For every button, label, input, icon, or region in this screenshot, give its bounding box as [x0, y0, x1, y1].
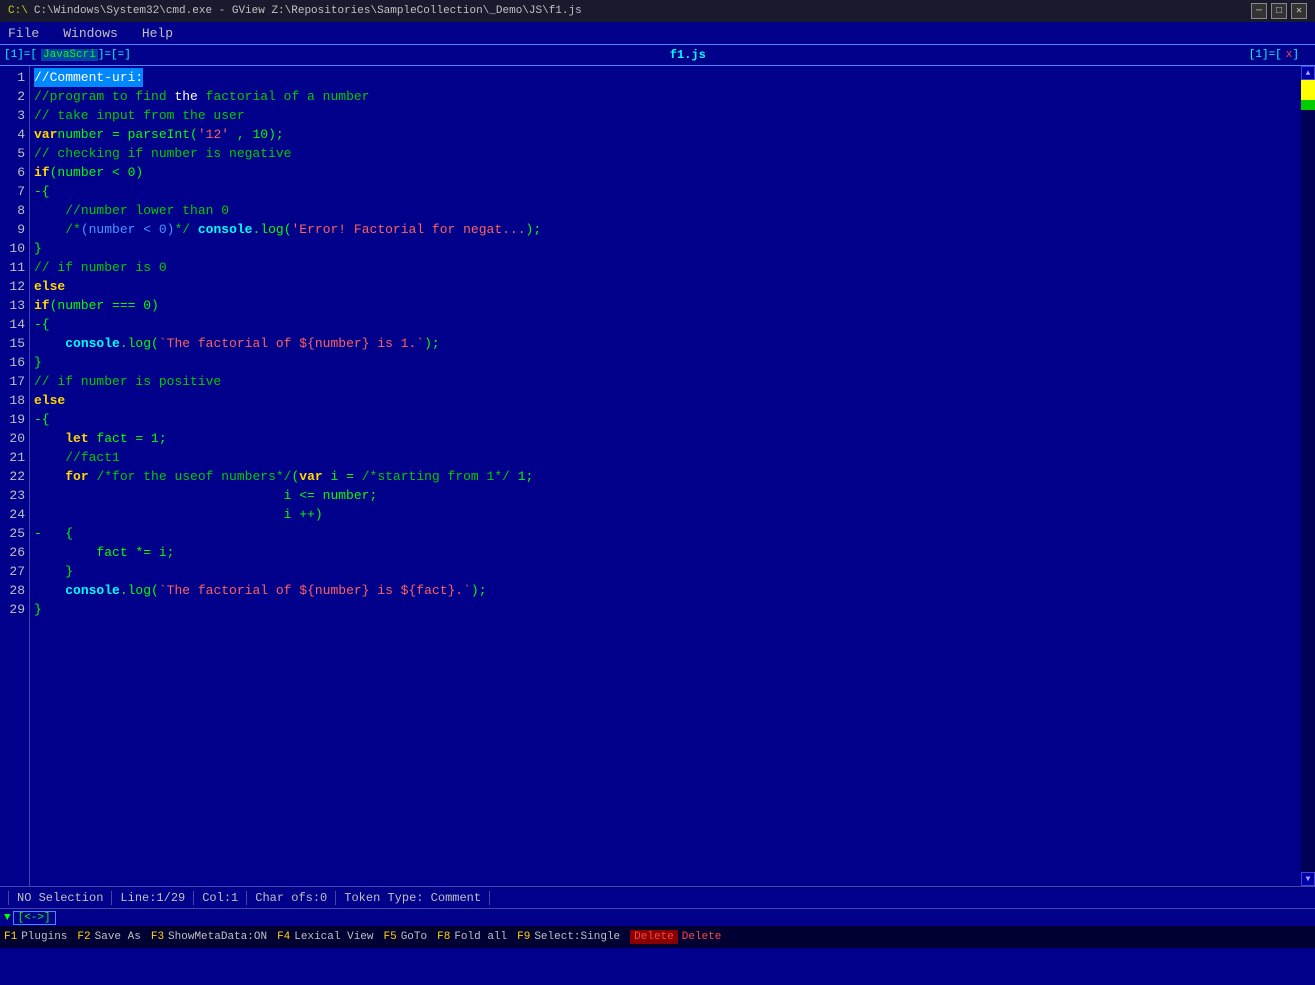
scroll-track[interactable]	[1301, 80, 1315, 872]
line-status: Line:1/29	[112, 891, 194, 905]
delete-label[interactable]: Delete	[682, 931, 722, 943]
code-line-21: //fact1	[34, 448, 1297, 467]
code-line-19: -{	[34, 410, 1297, 429]
title-bar-controls[interactable]: ─ □ ✕	[1251, 3, 1307, 19]
status-bar: NO Selection Line:1/29 Col:1 Char ofs:0 …	[0, 886, 1315, 908]
scroll-thumb-mid	[1301, 100, 1315, 110]
f4-label[interactable]: Lexical View	[294, 931, 373, 943]
code-line-17: // if number is positive	[34, 372, 1297, 391]
menu-file[interactable]: File	[4, 26, 43, 41]
code-line-8: //number lower than 0	[34, 201, 1297, 220]
code-line-25: - {	[34, 524, 1297, 543]
f3-key[interactable]: F3	[151, 931, 164, 943]
f1-key[interactable]: F1	[4, 931, 17, 943]
f9-label[interactable]: Select:Single	[534, 931, 620, 943]
scroll-thumb-top[interactable]	[1301, 80, 1315, 100]
f3-label[interactable]: ShowMetaData:ON	[168, 931, 267, 943]
code-line-2: //program to find the factorial of a num…	[34, 87, 1297, 106]
title-text: C:\Windows\System32\cmd.exe - GView Z:\R…	[34, 5, 582, 17]
title-bar: C:\ C:\Windows\System32\cmd.exe - GView …	[0, 0, 1315, 22]
code-line-24: i ++)	[34, 505, 1297, 524]
code-line-15: console.log(`The factorial of ${number} …	[34, 334, 1297, 353]
bottom-left-indicator: [<->]	[13, 911, 56, 925]
f2-label[interactable]: Save As	[95, 931, 141, 943]
menu-windows[interactable]: Windows	[59, 26, 122, 41]
selection-status: NO Selection	[8, 891, 112, 905]
scrollbar[interactable]: ▲ ▼	[1301, 66, 1315, 886]
f8-label[interactable]: Fold all	[454, 931, 507, 943]
f8-key[interactable]: F8	[437, 931, 450, 943]
fkey-bar: F1 Plugins F2 Save As F3 ShowMetaData:ON…	[0, 926, 1315, 948]
bottom-indicator: ▼ [<->]	[0, 908, 1315, 926]
scroll-up-button[interactable]: ▲	[1301, 66, 1315, 80]
f9-key[interactable]: F9	[517, 931, 530, 943]
line-numbers: 1 2 3 4 5 6 7 8 9 10 11 12 13 14 15 16 1…	[0, 66, 30, 886]
tokentype-status: Token Type: Comment	[336, 891, 490, 905]
code-line-29: }	[34, 600, 1297, 619]
delete-key-label[interactable]: Delete	[630, 930, 678, 944]
code-line-1: //Comment-uri:	[34, 68, 1297, 87]
code-line-27: }	[34, 562, 1297, 581]
code-line-23: i <= number;	[34, 486, 1297, 505]
code-line-13: if(number === 0)	[34, 296, 1297, 315]
tab-bar: [1]=[JavaScri]=[=] f1.js [1]=[x]	[0, 44, 1315, 66]
code-line-20: let fact = 1;	[34, 429, 1297, 448]
code-line-26: fact *= i;	[34, 543, 1297, 562]
code-line-11: // if number is 0	[34, 258, 1297, 277]
code-body[interactable]: //Comment-uri: //program to find the fac…	[30, 66, 1301, 886]
tab-filename: f1.js	[131, 48, 1245, 62]
code-line-22: for /*for the useof numbers*/(var i = /*…	[34, 467, 1297, 486]
scroll-down-button[interactable]: ▼	[1301, 872, 1315, 886]
f5-key[interactable]: F5	[384, 931, 397, 943]
menu-bar: File Windows Help	[0, 22, 1315, 44]
code-line-16: }	[34, 353, 1297, 372]
collapse-icon: ▼	[4, 912, 11, 924]
code-container: 1 2 3 4 5 6 7 8 9 10 11 12 13 14 15 16 1…	[0, 66, 1315, 886]
col-status: Col:1	[194, 891, 247, 905]
f4-key[interactable]: F4	[277, 931, 290, 943]
code-line-12: else	[34, 277, 1297, 296]
code-line-6: if(number < 0)	[34, 163, 1297, 182]
cmd-icon: C:\	[8, 5, 28, 17]
restore-button[interactable]: □	[1271, 3, 1287, 19]
close-button[interactable]: ✕	[1291, 3, 1307, 19]
code-line-4: varnumber = parseInt('12' , 10);	[34, 125, 1297, 144]
tab-right: [1]=[	[1245, 49, 1286, 61]
code-line-18: else	[34, 391, 1297, 410]
title-bar-left: C:\ C:\Windows\System32\cmd.exe - GView …	[8, 5, 582, 17]
f1-label[interactable]: Plugins	[21, 931, 67, 943]
minimize-button[interactable]: ─	[1251, 3, 1267, 19]
f2-key[interactable]: F2	[77, 931, 90, 943]
f5-label[interactable]: GoTo	[401, 931, 427, 943]
code-line-5: // checking if number is negative	[34, 144, 1297, 163]
tab-indicator-left: [1]=[	[0, 49, 41, 61]
code-line-14: -{	[34, 315, 1297, 334]
code-line-28: console.log(`The factorial of ${number} …	[34, 581, 1297, 600]
code-line-3: // take input from the user	[34, 106, 1297, 125]
code-line-10: }	[34, 239, 1297, 258]
code-line-9: /*(number < 0)*/ console.log('Error! Fac…	[34, 220, 1297, 239]
menu-help[interactable]: Help	[138, 26, 177, 41]
charofs-status: Char ofs:0	[247, 891, 336, 905]
code-line-7: -{	[34, 182, 1297, 201]
